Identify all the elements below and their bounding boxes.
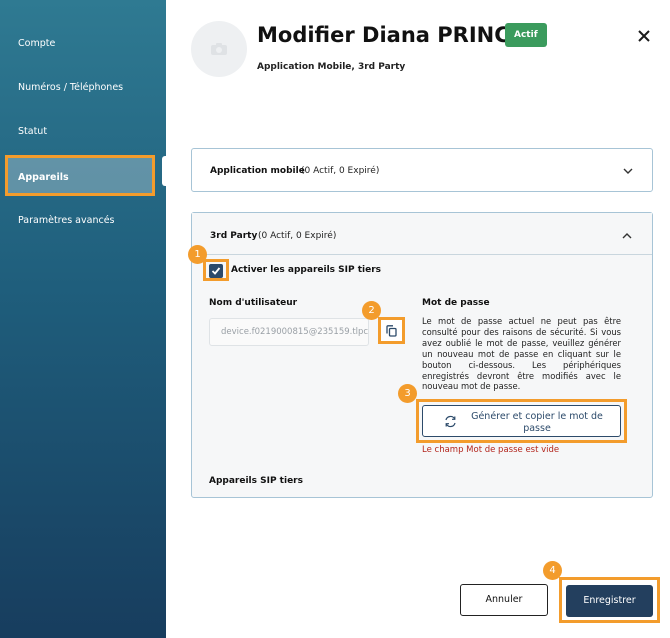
refresh-icon — [445, 415, 456, 428]
checkmark-icon — [211, 267, 221, 275]
panel-title: Application mobile — [210, 166, 305, 176]
generate-password-button[interactable]: Générer et copier le mot de passe — [422, 405, 621, 437]
step-marker-2: 2 — [362, 301, 381, 320]
sidebar: Compte Numéros / Téléphones Statut Appar… — [0, 0, 166, 638]
panel-counts: (0 Actif, 0 Expiré) — [301, 166, 380, 176]
camera-icon — [211, 43, 227, 55]
enable-sip-checkbox[interactable] — [209, 264, 223, 278]
accordion-header[interactable]: 3rd Party (0 Actif, 0 Expiré) — [192, 213, 652, 255]
close-button[interactable] — [634, 27, 654, 47]
page-subtitle: Application Mobile, 3rd Party — [257, 62, 406, 72]
sidebar-item-parametres-avances[interactable]: Paramètres avancés — [18, 215, 115, 226]
username-label: Nom d'utilisateur — [209, 298, 298, 308]
sidebar-item-compte[interactable]: Compte — [18, 38, 55, 49]
status-badge: Actif — [505, 23, 547, 47]
save-button[interactable]: Enregistrer — [566, 585, 653, 617]
generate-password-highlight: Générer et copier le mot de passe — [416, 399, 627, 443]
step-marker-1: 1 — [188, 245, 207, 264]
sidebar-item-numeros[interactable]: Numéros / Téléphones — [18, 82, 123, 93]
edit-user-screen: Compte Numéros / Téléphones Statut Appar… — [0, 0, 670, 638]
cancel-button[interactable]: Annuler — [460, 584, 548, 616]
save-button-highlight: Enregistrer — [559, 577, 660, 623]
accordion-mobile-app[interactable]: Application mobile (0 Actif, 0 Expiré) — [191, 148, 653, 192]
password-label: Mot de passe — [422, 298, 490, 308]
sip-devices-label: Appareils SIP tiers — [209, 476, 303, 486]
copy-icon — [386, 324, 397, 337]
sidebar-item-label: Appareils — [18, 172, 69, 183]
enable-sip-label[interactable]: Activer les appareils SIP tiers — [231, 265, 381, 275]
sidebar-item-statut[interactable]: Statut — [18, 126, 47, 137]
panel-counts: (0 Actif, 0 Expiré) — [258, 231, 337, 241]
active-tab-indicator — [162, 156, 168, 186]
password-help-text: Le mot de passe actuel ne peut pas être … — [422, 316, 621, 392]
sidebar-item-appareils[interactable]: Appareils — [5, 155, 155, 196]
page-title: Modifier Diana PRINCE — [257, 23, 524, 47]
username-field[interactable] — [209, 318, 369, 346]
chevron-up-icon[interactable] — [621, 230, 633, 242]
password-error-message: Le champ Mot de passe est vide — [422, 445, 560, 455]
avatar[interactable] — [191, 21, 247, 77]
step-marker-3: 3 — [398, 384, 417, 403]
copy-username-button[interactable] — [378, 317, 405, 344]
chevron-down-icon[interactable] — [622, 165, 634, 177]
close-icon — [638, 30, 650, 42]
enable-sip-checkbox-highlight — [203, 259, 229, 281]
generate-password-label: Générer et copier le mot de passe — [471, 411, 603, 434]
panel-title: 3rd Party — [210, 231, 258, 241]
